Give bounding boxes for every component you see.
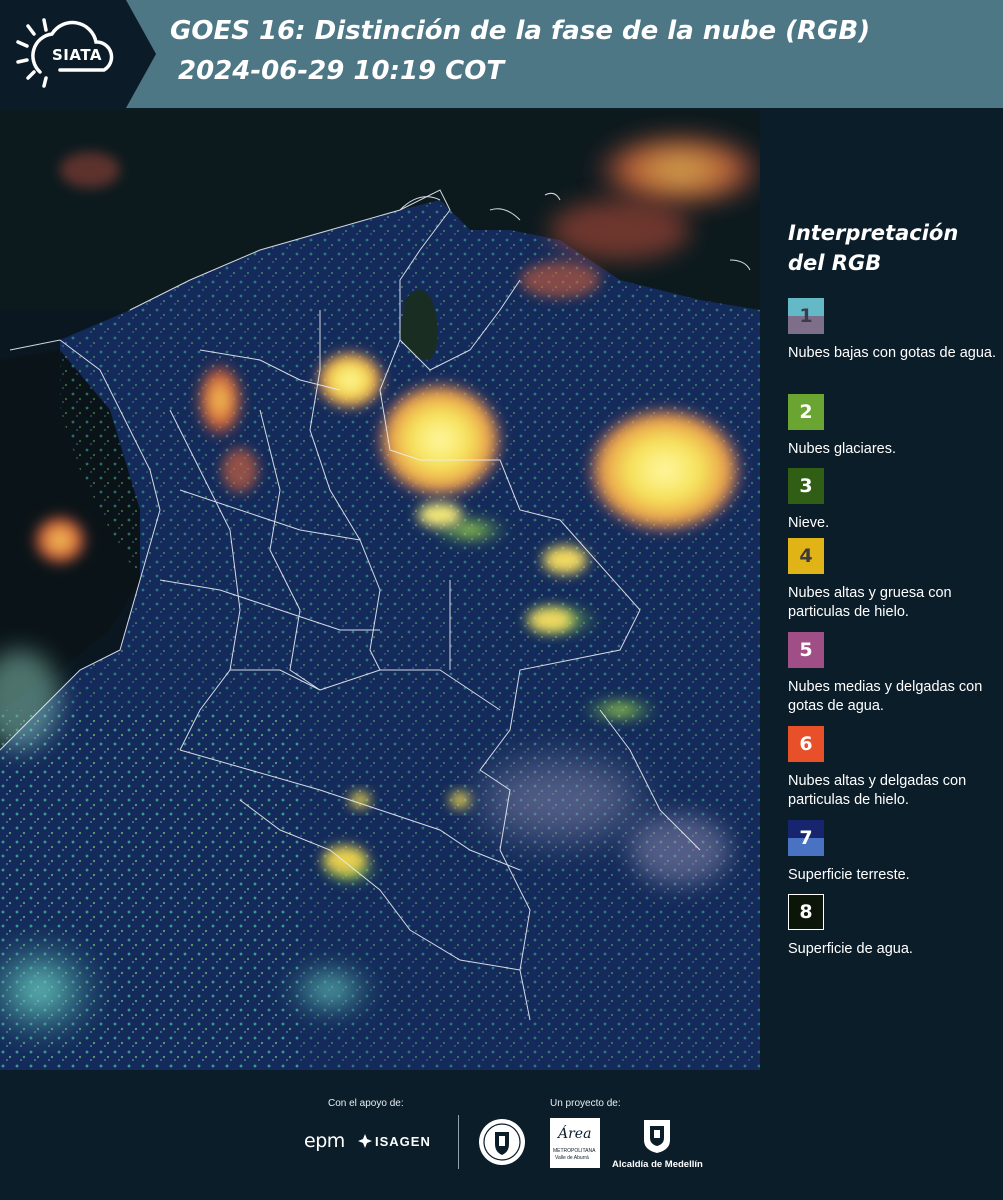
legend-swatch-8: 8	[788, 894, 824, 930]
legend-label-8: Superficie de agua.	[788, 941, 913, 957]
legend-swatch-6: 6	[788, 726, 824, 762]
legend-item-8: 8 Superficie de agua.	[788, 894, 998, 959]
legend-label-1: Nubes bajas con gotas de agua.	[788, 345, 996, 361]
legend-label-3: Nieve.	[788, 515, 830, 531]
legend-item-6: 6 Nubes altas y delgadas con particulas …	[788, 726, 998, 810]
support-caption: Con el apoyo de:	[328, 1098, 404, 1109]
footer-divider	[458, 1115, 459, 1169]
legend-item-1: 1 Nubes bajas con gotas de agua.	[788, 298, 998, 363]
area-logo-name: Área	[558, 1126, 592, 1142]
isagen-logo: ISAGEN	[375, 1134, 431, 1149]
legend-swatch-1: 1	[788, 298, 824, 334]
legend-title-line1: Interpretación	[788, 221, 959, 245]
legend-item-5: 5 Nubes medias y delgadas con gotas de a…	[788, 632, 998, 716]
legend-label-2: Nubes glaciares.	[788, 441, 896, 457]
project-caption: Un proyecto de:	[550, 1098, 621, 1109]
legend-swatch-7: 7	[788, 820, 824, 856]
area-logo-sub1: METROPOLITANA	[553, 1148, 596, 1154]
alcaldia-shield-icon	[642, 1118, 672, 1154]
legend-panel: Interpretación del RGB 1 Nubes bajas con…	[760, 110, 1003, 1070]
area-logo-sub2: Valle de Aburrá	[555, 1155, 589, 1161]
legend-item-4: 4 Nubes altas y gruesa con particulas de…	[788, 538, 998, 622]
siata-logo: SIATA	[0, 0, 156, 108]
page-title: GOES 16: Distinción de la fase de la nub…	[170, 16, 871, 46]
legend-swatch-5: 5	[788, 632, 824, 668]
header-bar: SIATA GOES 16: Distinción de la fase de …	[0, 0, 1003, 108]
legend-title: Interpretación del RGB	[788, 218, 988, 278]
legend-label-7: Superficie terreste.	[788, 867, 910, 883]
seal-logo-icon	[478, 1118, 526, 1166]
satellite-map	[0, 110, 760, 1070]
satellite-image	[0, 110, 760, 1070]
legend-label-5: Nubes medias y delgadas con gotas de agu…	[788, 679, 983, 714]
legend-swatch-2: 2	[788, 394, 824, 430]
legend-title-line2: del RGB	[788, 251, 882, 275]
siata-logo-text: SIATA	[52, 46, 103, 64]
epm-logo: epm	[304, 1130, 345, 1152]
legend-swatch-3: 3	[788, 468, 824, 504]
legend-item-7: 7 Superficie terreste.	[788, 820, 998, 885]
legend-label-4: Nubes altas y gruesa con particulas de h…	[788, 585, 952, 620]
isagen-mark-icon	[358, 1133, 372, 1148]
footer: Con el apoyo de: Un proyecto de: epm ISA…	[0, 1070, 1003, 1200]
alcaldia-logo-text: Alcaldía de Medellín	[612, 1159, 703, 1170]
legend-swatch-4: 4	[788, 538, 824, 574]
legend-item-3: 3 Nieve.	[788, 468, 998, 533]
legend-label-6: Nubes altas y delgadas con particulas de…	[788, 773, 967, 808]
area-metropolitana-logo: Área METROPOLITANA Valle de Aburrá	[550, 1118, 600, 1168]
page-timestamp: 2024-06-29 10:19 COT	[178, 56, 505, 86]
legend-item-2: 2 Nubes glaciares.	[788, 394, 998, 459]
